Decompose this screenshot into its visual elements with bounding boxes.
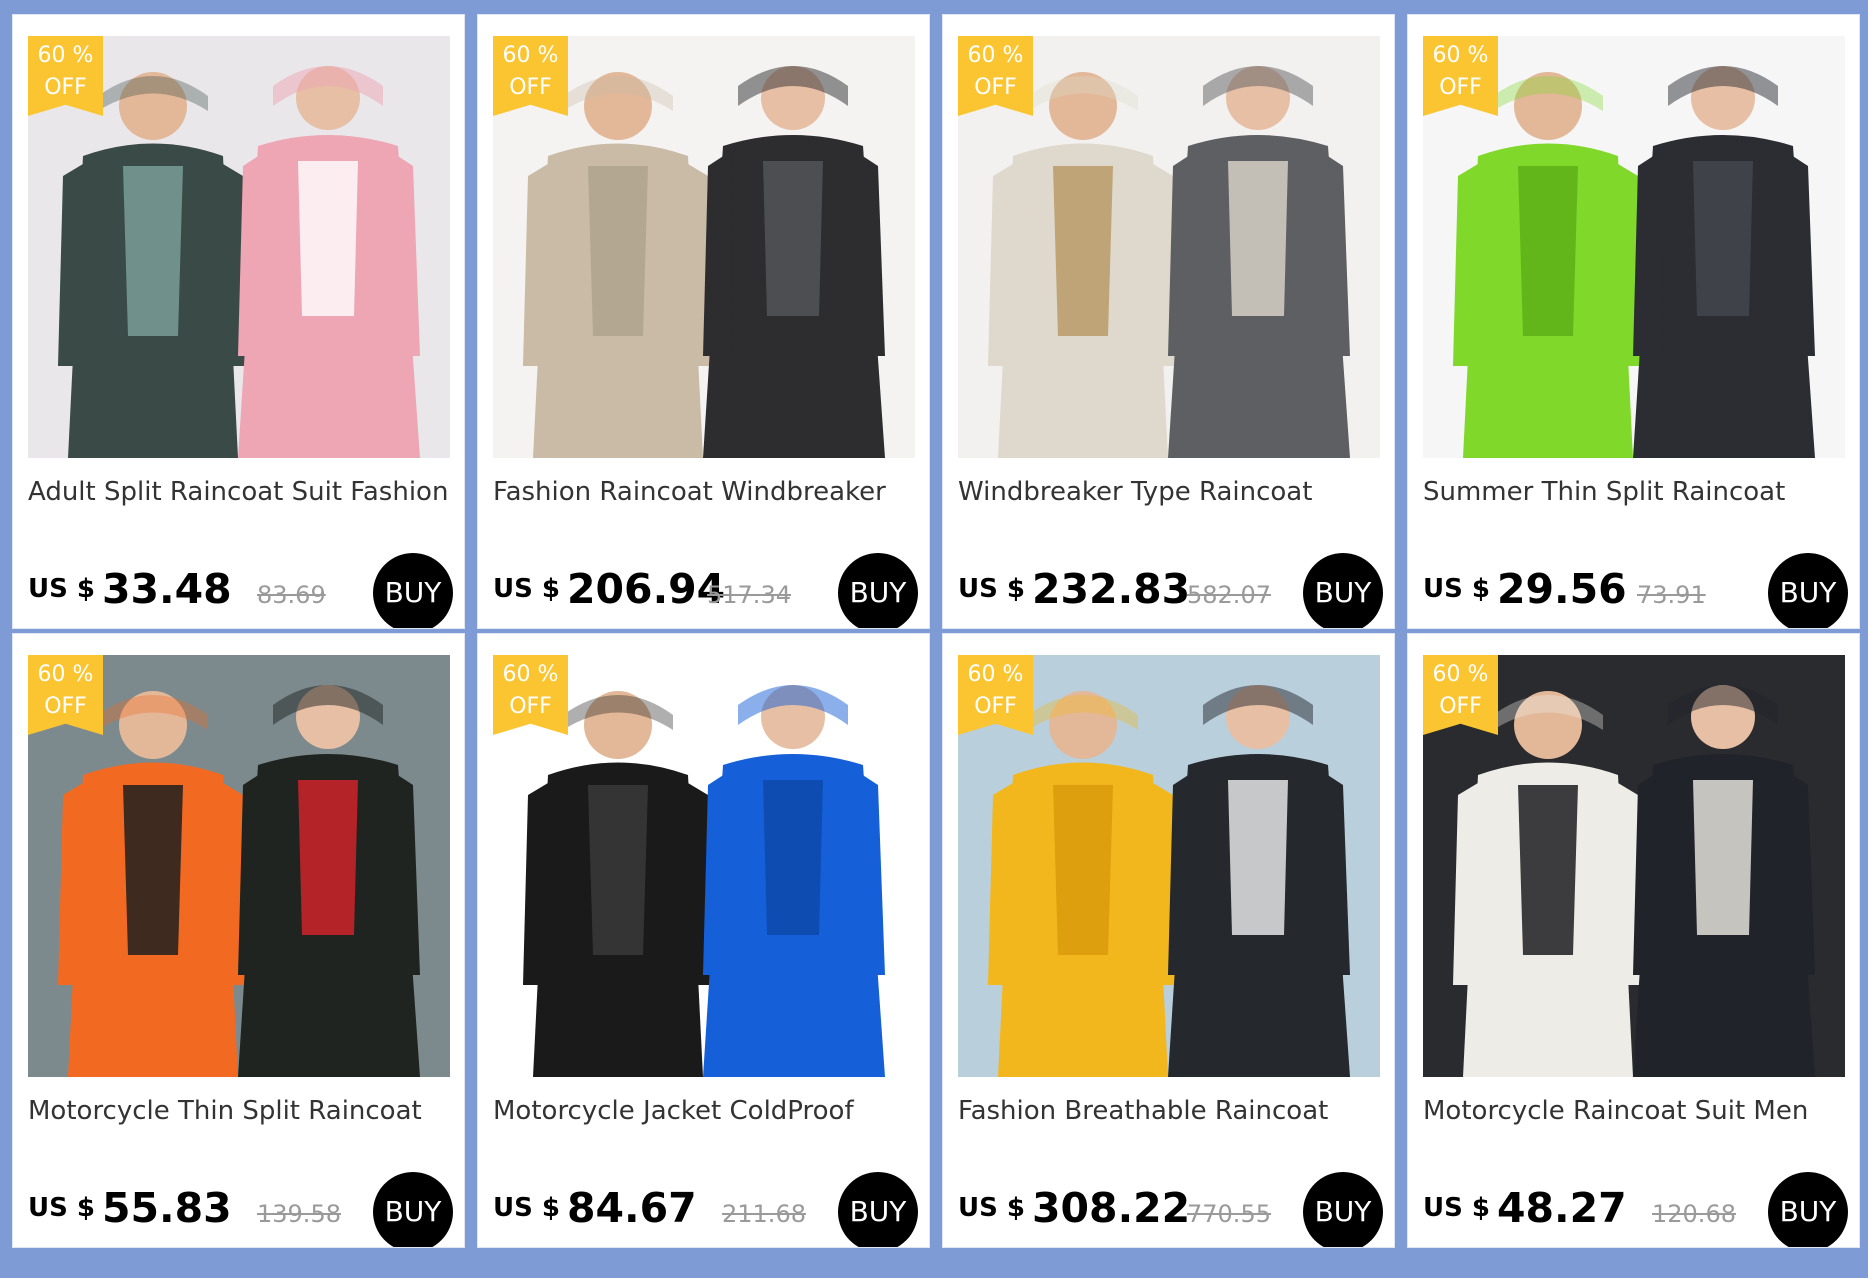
product-card[interactable]: 60 % OFF Adult Split Raincoat Suit Fashi… <box>12 14 465 629</box>
product-title[interactable]: Windbreaker Type Raincoat <box>958 477 1383 507</box>
product-title[interactable]: Motorcycle Jacket ColdProof <box>493 1096 918 1126</box>
discount-percent: 60 % <box>37 662 94 687</box>
discount-badge: 60 % OFF <box>958 36 1033 116</box>
buy-button[interactable]: BUY <box>1768 553 1848 628</box>
sale-price: 232.83 <box>1032 565 1191 613</box>
discount-badge: 60 % OFF <box>493 655 568 735</box>
product-card[interactable]: 60 % OFF Fashion Breathable Raincoat US … <box>942 633 1395 1248</box>
currency-label: US $ <box>958 1193 1025 1223</box>
sale-price: 308.22 <box>1032 1184 1191 1232</box>
original-price: 770.55 <box>1187 1200 1271 1228</box>
product-title[interactable]: Fashion Breathable Raincoat <box>958 1096 1383 1126</box>
product-title[interactable]: Adult Split Raincoat Suit Fashion <box>28 477 453 507</box>
price-row: US $ 33.48 83.69 BUY <box>28 553 453 628</box>
discount-percent: 60 % <box>502 43 559 68</box>
sale-price: 29.56 <box>1497 565 1627 613</box>
product-photo[interactable]: 60 % OFF <box>958 36 1380 458</box>
buy-button[interactable]: BUY <box>1303 1172 1383 1247</box>
discount-percent: 60 % <box>967 662 1024 687</box>
product-card[interactable]: 60 % OFF Motorcycle Jacket ColdProof US … <box>477 633 930 1248</box>
product-title[interactable]: Motorcycle Raincoat Suit Men <box>1423 1096 1848 1126</box>
product-title[interactable]: Motorcycle Thin Split Raincoat <box>28 1096 453 1126</box>
sale-price: 84.67 <box>567 1184 697 1232</box>
product-grid: 60 % OFF Adult Split Raincoat Suit Fashi… <box>12 14 1864 1270</box>
sale-price: 55.83 <box>102 1184 232 1232</box>
original-price: 517.34 <box>707 581 791 609</box>
buy-button[interactable]: BUY <box>838 553 918 628</box>
discount-percent: 60 % <box>1432 662 1489 687</box>
buy-button[interactable]: BUY <box>373 553 453 628</box>
discount-percent: 60 % <box>502 662 559 687</box>
price-row: US $ 308.22 770.55 BUY <box>958 1172 1383 1247</box>
discount-off-label: OFF <box>44 75 87 100</box>
product-photo[interactable]: 60 % OFF <box>958 655 1380 1077</box>
discount-percent: 60 % <box>37 43 94 68</box>
original-price: 139.58 <box>257 1200 341 1228</box>
original-price: 120.68 <box>1652 1200 1736 1228</box>
price-row: US $ 232.83 582.07 BUY <box>958 553 1383 628</box>
price-row: US $ 55.83 139.58 BUY <box>28 1172 453 1247</box>
discount-badge: 60 % OFF <box>1423 36 1498 116</box>
discount-off-label: OFF <box>1439 694 1482 719</box>
product-card[interactable]: 60 % OFF Motorcycle Raincoat Suit Men US… <box>1407 633 1860 1248</box>
currency-label: US $ <box>1423 574 1490 604</box>
discount-percent: 60 % <box>1432 43 1489 68</box>
discount-badge: 60 % OFF <box>28 655 103 735</box>
discount-off-label: OFF <box>509 694 552 719</box>
buy-button[interactable]: BUY <box>838 1172 918 1247</box>
product-photo[interactable]: 60 % OFF <box>28 36 450 458</box>
currency-label: US $ <box>493 1193 560 1223</box>
sale-price: 48.27 <box>1497 1184 1627 1232</box>
buy-button[interactable]: BUY <box>373 1172 453 1247</box>
discount-badge: 60 % OFF <box>958 655 1033 735</box>
product-card[interactable]: 60 % OFF Summer Thin Split Raincoat US $… <box>1407 14 1860 629</box>
discount-badge: 60 % OFF <box>1423 655 1498 735</box>
discount-percent: 60 % <box>967 43 1024 68</box>
currency-label: US $ <box>493 574 560 604</box>
product-card[interactable]: 60 % OFF Motorcycle Thin Split Raincoat … <box>12 633 465 1248</box>
discount-badge: 60 % OFF <box>493 36 568 116</box>
currency-label: US $ <box>28 574 95 604</box>
discount-off-label: OFF <box>974 75 1017 100</box>
sale-price: 33.48 <box>102 565 232 613</box>
product-card[interactable]: 60 % OFF Fashion Raincoat Windbreaker US… <box>477 14 930 629</box>
currency-label: US $ <box>28 1193 95 1223</box>
price-row: US $ 29.56 73.91 BUY <box>1423 553 1848 628</box>
price-row: US $ 84.67 211.68 BUY <box>493 1172 918 1247</box>
discount-off-label: OFF <box>1439 75 1482 100</box>
original-price: 211.68 <box>722 1200 806 1228</box>
currency-label: US $ <box>1423 1193 1490 1223</box>
product-photo[interactable]: 60 % OFF <box>493 36 915 458</box>
discount-off-label: OFF <box>509 75 552 100</box>
product-photo[interactable]: 60 % OFF <box>1423 36 1845 458</box>
buy-button[interactable]: BUY <box>1768 1172 1848 1247</box>
currency-label: US $ <box>958 574 1025 604</box>
original-price: 582.07 <box>1187 581 1271 609</box>
product-card[interactable]: 60 % OFF Windbreaker Type Raincoat US $ … <box>942 14 1395 629</box>
sale-price: 206.94 <box>567 565 726 613</box>
product-photo[interactable]: 60 % OFF <box>493 655 915 1077</box>
product-title[interactable]: Summer Thin Split Raincoat <box>1423 477 1848 507</box>
price-row: US $ 48.27 120.68 BUY <box>1423 1172 1848 1247</box>
product-title[interactable]: Fashion Raincoat Windbreaker <box>493 477 918 507</box>
discount-badge: 60 % OFF <box>28 36 103 116</box>
original-price: 73.91 <box>1637 581 1706 609</box>
discount-off-label: OFF <box>974 694 1017 719</box>
product-photo[interactable]: 60 % OFF <box>1423 655 1845 1077</box>
product-photo[interactable]: 60 % OFF <box>28 655 450 1077</box>
discount-off-label: OFF <box>44 694 87 719</box>
buy-button[interactable]: BUY <box>1303 553 1383 628</box>
original-price: 83.69 <box>257 581 326 609</box>
price-row: US $ 206.94 517.34 BUY <box>493 553 918 628</box>
